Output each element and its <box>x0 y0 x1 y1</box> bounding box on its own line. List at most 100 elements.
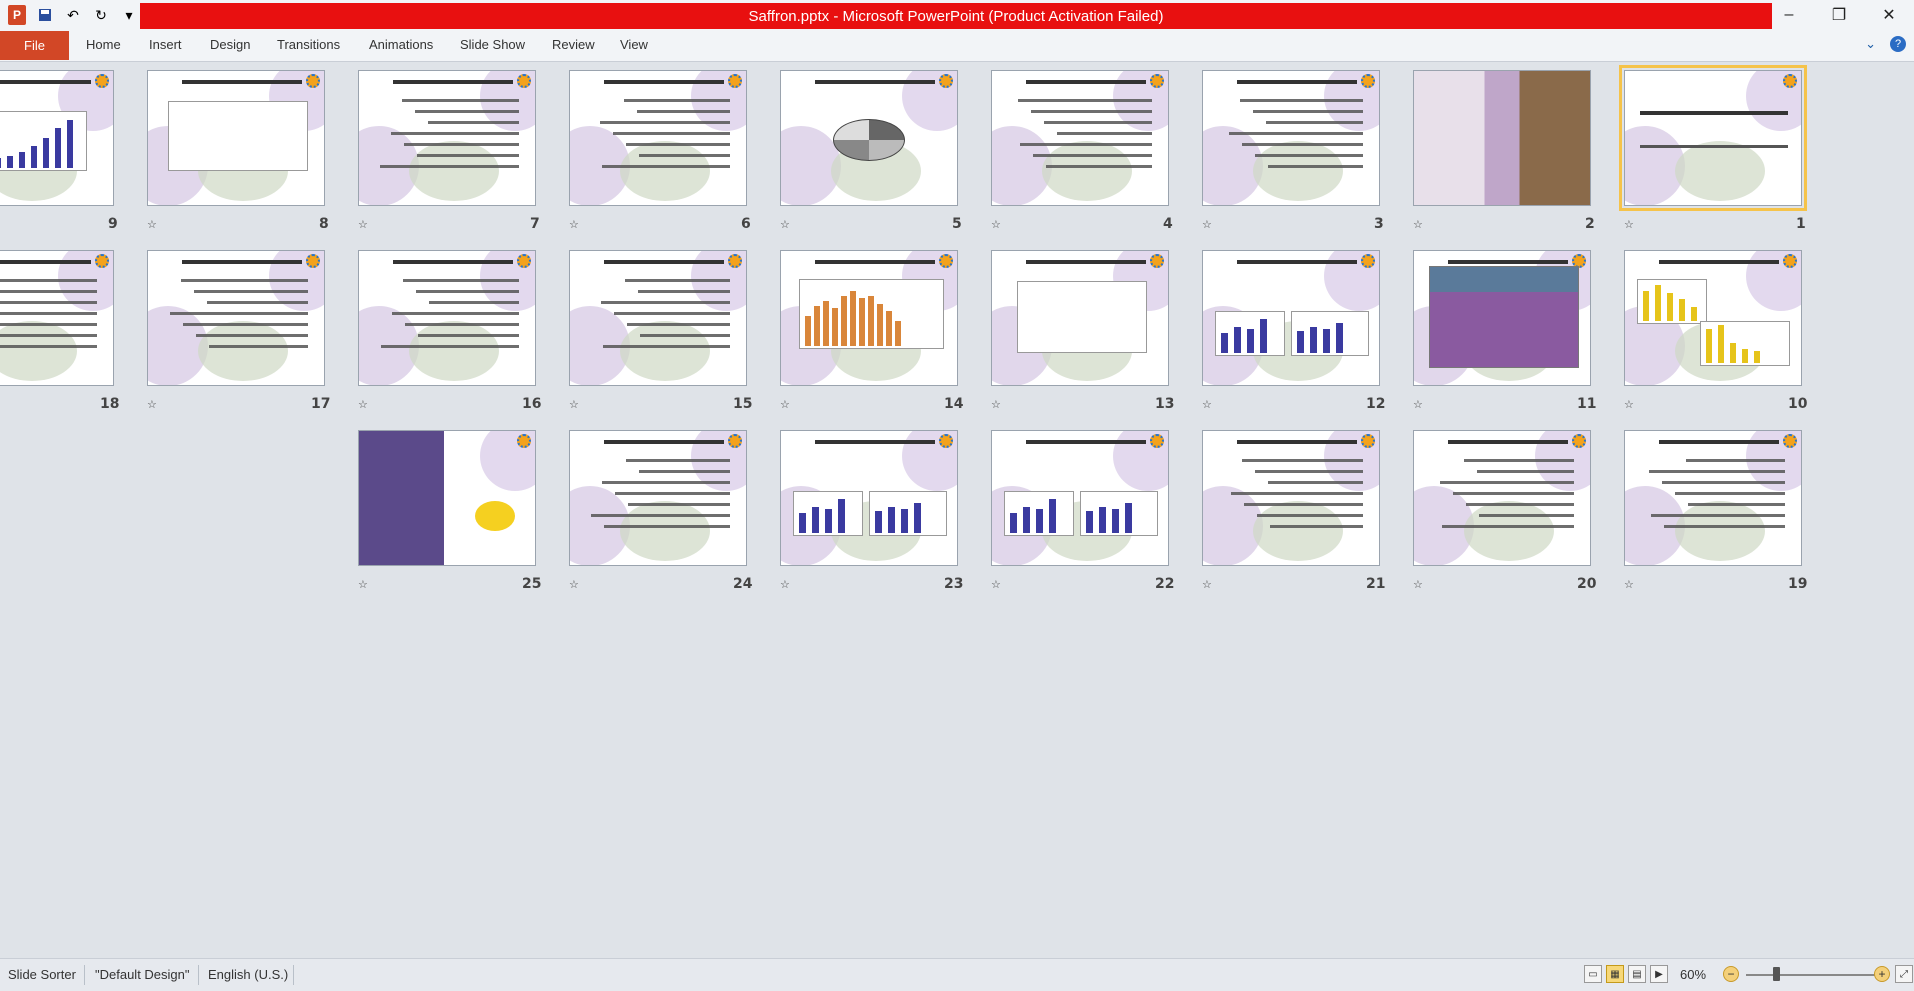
slide-transition-icon[interactable]: ☆ <box>147 218 157 231</box>
save-icon[interactable] <box>34 4 56 26</box>
chevron-down-icon[interactable]: ⌄ <box>1865 36 1876 52</box>
slide-thumbnail-1[interactable] <box>1619 65 1807 211</box>
slide-transition-icon[interactable]: ☆ <box>147 398 157 411</box>
slide-transition-icon[interactable]: ☆ <box>358 398 368 411</box>
slide-thumbnail-3[interactable] <box>1202 70 1380 206</box>
slide-thumbnail-17[interactable] <box>147 250 325 386</box>
theme-name: "Default Design" <box>95 967 190 982</box>
slide-thumbnail-4[interactable] <box>991 70 1169 206</box>
redo-icon[interactable]: ↻ <box>90 4 112 26</box>
slide-number: 1 <box>1796 216 1806 232</box>
slide-transition-icon[interactable]: ☆ <box>569 218 579 231</box>
slide-number: 2 <box>1585 216 1595 232</box>
language-indicator[interactable]: English (U.S.) <box>208 967 288 982</box>
slide-number: 10 <box>1788 396 1808 412</box>
slide-thumbnail-19[interactable] <box>1624 430 1802 566</box>
slide-thumbnail-23[interactable] <box>780 430 958 566</box>
slide-number: 13 <box>1155 396 1175 412</box>
slide-transition-icon[interactable]: ☆ <box>569 398 579 411</box>
tab-design[interactable]: Design <box>210 37 250 52</box>
undo-icon[interactable]: ↶ <box>62 4 84 26</box>
tab-file[interactable]: File <box>0 31 69 60</box>
zoom-slider[interactable] <box>1746 974 1876 976</box>
slide-thumbnail-14[interactable] <box>780 250 958 386</box>
window-title: Saffron.pptx - Microsoft PowerPoint (Pro… <box>748 7 1164 25</box>
slide-transition-icon[interactable]: ☆ <box>1413 398 1423 411</box>
slide-number: 11 <box>1577 396 1597 412</box>
slide-thumbnail-20[interactable] <box>1413 430 1591 566</box>
slide-transition-icon[interactable]: ☆ <box>1202 398 1212 411</box>
slide-thumbnail-15[interactable] <box>569 250 747 386</box>
tab-view[interactable]: View <box>620 37 648 52</box>
slide-transition-icon[interactable]: ☆ <box>1624 218 1634 231</box>
slide-thumbnail-11[interactable] <box>1413 250 1591 386</box>
maximize-button[interactable]: ❐ <box>1814 0 1864 30</box>
slide-thumbnail-21[interactable] <box>1202 430 1380 566</box>
view-name: Slide Sorter <box>8 967 76 982</box>
slide-sorter-view-icon[interactable]: ▦ <box>1606 965 1624 983</box>
tab-animations[interactable]: Animations <box>369 37 433 52</box>
slide-number: 4 <box>1163 216 1173 232</box>
slide-transition-icon[interactable]: ☆ <box>991 578 1001 591</box>
tab-insert[interactable]: Insert <box>149 37 182 52</box>
slide-thumbnail-18[interactable] <box>0 250 114 386</box>
slide-transition-icon[interactable]: ☆ <box>569 578 579 591</box>
slide-thumbnail-9[interactable] <box>0 70 114 206</box>
slide-transition-icon[interactable]: ☆ <box>780 578 790 591</box>
zoom-level[interactable]: 60% <box>1680 967 1706 982</box>
slide-number: 6 <box>741 216 751 232</box>
help-icon[interactable]: ? <box>1890 36 1906 52</box>
reading-view-icon[interactable]: ▤ <box>1628 965 1646 983</box>
slide-number: 12 <box>1366 396 1386 412</box>
slide-thumbnail-5[interactable] <box>780 70 958 206</box>
tab-review[interactable]: Review <box>552 37 595 52</box>
tab-slide-show[interactable]: Slide Show <box>460 37 525 52</box>
zoom-out-icon[interactable]: − <box>1723 966 1739 982</box>
customize-icon[interactable]: ▾ <box>118 4 140 26</box>
zoom-in-icon[interactable]: + <box>1874 966 1890 982</box>
powerpoint-app-icon[interactable]: P <box>6 4 28 26</box>
slide-thumbnail-2[interactable] <box>1413 70 1591 206</box>
slide-transition-icon[interactable]: ☆ <box>1202 578 1212 591</box>
slide-transition-icon[interactable]: ☆ <box>780 398 790 411</box>
zoom-slider-thumb[interactable] <box>1773 967 1780 981</box>
slide-thumbnail-22[interactable] <box>991 430 1169 566</box>
slide-number: 17 <box>311 396 331 412</box>
slide-thumbnail-13[interactable] <box>991 250 1169 386</box>
slide-number: 3 <box>1374 216 1384 232</box>
slide-thumbnail-16[interactable] <box>358 250 536 386</box>
slide-transition-icon[interactable]: ☆ <box>780 218 790 231</box>
slide-transition-icon[interactable]: ☆ <box>1624 398 1634 411</box>
slide-thumbnail-24[interactable] <box>569 430 747 566</box>
slide-thumbnail-25[interactable] <box>358 430 536 566</box>
tab-transitions[interactable]: Transitions <box>277 37 340 52</box>
slide-transition-icon[interactable]: ☆ <box>358 218 368 231</box>
normal-view-icon[interactable]: ▭ <box>1584 965 1602 983</box>
fit-to-window-icon[interactable]: ⤢ <box>1895 965 1913 983</box>
slide-transition-icon[interactable]: ☆ <box>1624 578 1634 591</box>
slide-number: 19 <box>1788 576 1808 592</box>
slide-thumbnail-7[interactable] <box>358 70 536 206</box>
slide-transition-icon[interactable]: ☆ <box>1413 578 1423 591</box>
minimize-button[interactable]: – <box>1764 0 1814 30</box>
slide-number: 22 <box>1155 576 1175 592</box>
ribbon-right-controls: ⌄ ? <box>1865 36 1906 52</box>
slide-transition-icon[interactable]: ☆ <box>991 218 1001 231</box>
ribbon-tabs: File Home Insert Design Transitions Anim… <box>0 30 1914 62</box>
slide-transition-icon[interactable]: ☆ <box>358 578 368 591</box>
title-banner: Saffron.pptx - Microsoft PowerPoint (Pro… <box>140 3 1772 29</box>
tab-home[interactable]: Home <box>86 37 121 52</box>
slide-number: 5 <box>952 216 962 232</box>
slide-thumbnail-6[interactable] <box>569 70 747 206</box>
slide-transition-icon[interactable]: ☆ <box>1413 218 1423 231</box>
slide-transition-icon[interactable]: ☆ <box>1202 218 1212 231</box>
slide-show-view-icon[interactable]: ▶ <box>1650 965 1668 983</box>
slide-thumbnail-12[interactable] <box>1202 250 1380 386</box>
title-bar: P ↶ ↻ ▾ Saffron.pptx - Microsoft PowerPo… <box>0 0 1914 30</box>
close-button[interactable]: ✕ <box>1864 0 1914 30</box>
slide-thumbnail-10[interactable] <box>1624 250 1802 386</box>
slide-number: 18 <box>100 396 120 412</box>
slide-transition-icon[interactable]: ☆ <box>991 398 1001 411</box>
slide-number: 20 <box>1577 576 1597 592</box>
slide-thumbnail-8[interactable] <box>147 70 325 206</box>
